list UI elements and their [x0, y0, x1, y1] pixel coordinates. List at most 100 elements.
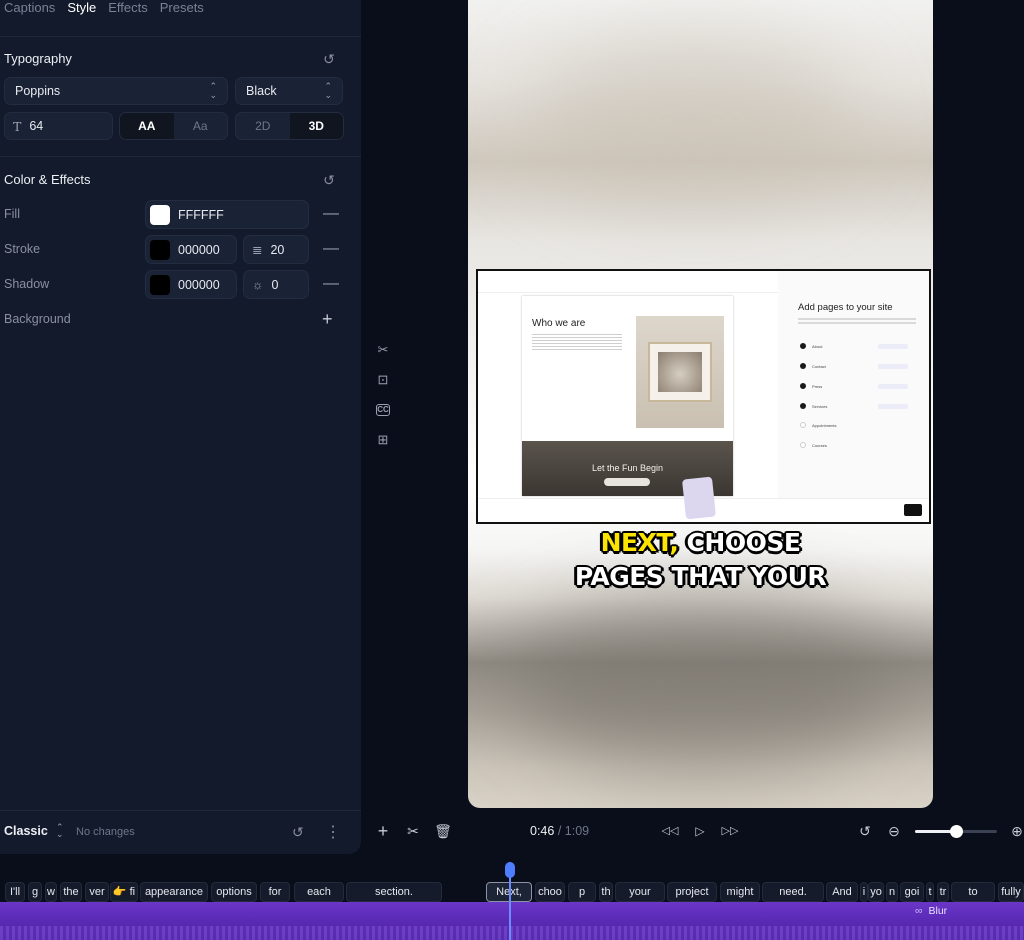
- shadow-swatch[interactable]: [150, 274, 170, 295]
- preset-name[interactable]: Classic: [4, 824, 48, 838]
- caption-word[interactable]: i: [860, 882, 868, 902]
- tab-effects[interactable]: Effects: [108, 0, 148, 24]
- caption-word[interactable]: yo: [868, 882, 884, 902]
- remove-stroke-icon[interactable]: —: [323, 241, 339, 257]
- play-icon[interactable]: ▷: [691, 823, 709, 839]
- zoom-slider-knob[interactable]: [950, 825, 963, 838]
- caption-line-2[interactable]: PAGES THAT YOUR: [468, 561, 933, 593]
- effect-tag[interactable]: ∞ Blur: [915, 905, 947, 917]
- add-element-icon[interactable]: ⊞: [374, 431, 392, 449]
- trash-icon[interactable]: 🗑: [434, 823, 452, 839]
- stroke-color-field[interactable]: 000000: [145, 235, 237, 264]
- caption-word[interactable]: for: [260, 882, 290, 902]
- video-track[interactable]: [0, 902, 1024, 940]
- option-label: Courses: [812, 442, 827, 448]
- caption-word[interactable]: options: [211, 882, 257, 902]
- style-panel: Captions Style Effects Presets Typograph…: [0, 0, 361, 854]
- stroke-swatch[interactable]: [150, 239, 170, 260]
- preset-footer: Classic ⌃ ⌄ No changes ↺ ⋮: [0, 812, 361, 852]
- effect-label: Blur: [928, 905, 948, 917]
- zoom-slider[interactable]: [915, 825, 997, 838]
- caption-word[interactable]: tr: [937, 882, 949, 902]
- fill-swatch[interactable]: [150, 204, 170, 225]
- font-weight-select[interactable]: Black ⌃ ⌄: [235, 77, 343, 105]
- shadow-label: Shadow: [4, 277, 50, 291]
- more-options-icon[interactable]: ⋮: [325, 822, 341, 842]
- caption-word[interactable]: your: [615, 882, 665, 902]
- recommended-tag: [878, 383, 908, 389]
- embedded-frame-image: [636, 316, 724, 428]
- tab-presets[interactable]: Presets: [160, 0, 204, 24]
- add-icon[interactable]: +: [374, 822, 392, 840]
- caption-word[interactable]: might: [720, 882, 760, 902]
- font-size-field[interactable]: T 64: [4, 112, 113, 140]
- text-size-icon: T: [13, 118, 22, 134]
- caption-word[interactable]: I'll: [5, 882, 25, 902]
- focus-frame-icon[interactable]: ⊡: [374, 371, 392, 389]
- caption-word[interactable]: goi: [900, 882, 924, 902]
- caption-word[interactable]: to: [951, 882, 995, 902]
- shadow-color-field[interactable]: 000000: [145, 270, 237, 299]
- caption-word[interactable]: appearance: [140, 882, 208, 902]
- embedded-option: Services: [800, 403, 908, 409]
- shadow-blur-field[interactable]: ☼ 0: [243, 270, 309, 299]
- embedded-panel-title: Add pages to your site: [798, 302, 893, 313]
- caption-word[interactable]: ver: [85, 882, 109, 902]
- font-weight-value: Black: [246, 84, 277, 98]
- caption-word[interactable]: p: [568, 882, 596, 902]
- caption-word[interactable]: section.: [346, 882, 442, 902]
- caption-word[interactable]: each: [294, 882, 344, 902]
- revert-icon[interactable]: ↺: [292, 824, 304, 841]
- embedded-site-preview: Who we are Let the Fun Begin: [522, 296, 733, 496]
- divider: [0, 156, 361, 157]
- background-label: Background: [4, 312, 71, 326]
- zoom-in-icon[interactable]: ⊕: [1008, 823, 1024, 839]
- dim-2d-option[interactable]: 2D: [236, 113, 290, 139]
- case-title-option[interactable]: Aa: [174, 113, 228, 139]
- caption-word[interactable]: fully: [998, 882, 1024, 902]
- fill-color-field[interactable]: FFFFFF: [145, 200, 309, 229]
- cut-scissors-icon[interactable]: ✂: [404, 823, 422, 839]
- embedded-option: About: [800, 343, 908, 349]
- blur-shape: [508, 600, 898, 770]
- caption-word[interactable]: the: [60, 882, 82, 902]
- remove-shadow-icon[interactable]: —: [323, 276, 339, 292]
- document-sticker-icon: [681, 476, 717, 520]
- updown-chevron-icon[interactable]: ⌃ ⌄: [56, 823, 64, 839]
- caption-word[interactable]: g: [28, 882, 42, 902]
- caption-word[interactable]: w: [45, 882, 57, 902]
- case-upper-option[interactable]: AA: [120, 113, 174, 139]
- caption-word[interactable]: choo: [535, 882, 565, 902]
- reset-typography-icon[interactable]: ↺: [321, 51, 337, 67]
- divider: [0, 36, 361, 37]
- tab-style[interactable]: Style: [67, 0, 96, 24]
- reset-color-icon[interactable]: ↺: [321, 172, 337, 188]
- fast-forward-icon[interactable]: ▷▷: [721, 823, 739, 839]
- zoom-out-icon[interactable]: ⊖: [885, 823, 903, 839]
- tab-captions[interactable]: Captions: [4, 0, 55, 24]
- playhead-handle[interactable]: [505, 862, 515, 878]
- split-scissors-icon[interactable]: ✂: [374, 341, 392, 359]
- embedded-panel-subtitle: [798, 318, 916, 326]
- caption-word[interactable]: n: [886, 882, 898, 902]
- caption-word[interactable]: need.: [762, 882, 824, 902]
- undo-icon[interactable]: ↺: [856, 823, 874, 839]
- caption-word[interactable]: 👉 fi: [110, 882, 138, 902]
- remove-fill-icon[interactable]: —: [323, 206, 339, 222]
- frame-matte: [648, 342, 712, 402]
- caption-word[interactable]: project: [667, 882, 717, 902]
- caption-line-1[interactable]: NEXT, CHOOSE: [468, 527, 933, 559]
- stroke-label: Stroke: [4, 242, 41, 256]
- rewind-icon[interactable]: ◁◁: [661, 823, 679, 839]
- font-family-select[interactable]: Poppins ⌃ ⌄: [4, 77, 228, 105]
- caption-word[interactable]: t: [926, 882, 934, 902]
- caption-word[interactable]: And: [826, 882, 858, 902]
- stroke-width-value: 20: [270, 242, 285, 257]
- check-icon: [800, 343, 806, 349]
- dim-3d-option[interactable]: 3D: [289, 113, 343, 139]
- captions-cc-icon[interactable]: CC: [376, 404, 390, 416]
- add-background-icon[interactable]: +: [322, 310, 333, 328]
- caption-word[interactable]: th: [599, 882, 613, 902]
- dimension-toggle: 2D 3D: [235, 112, 344, 140]
- stroke-width-field[interactable]: ≣ 20: [243, 235, 309, 264]
